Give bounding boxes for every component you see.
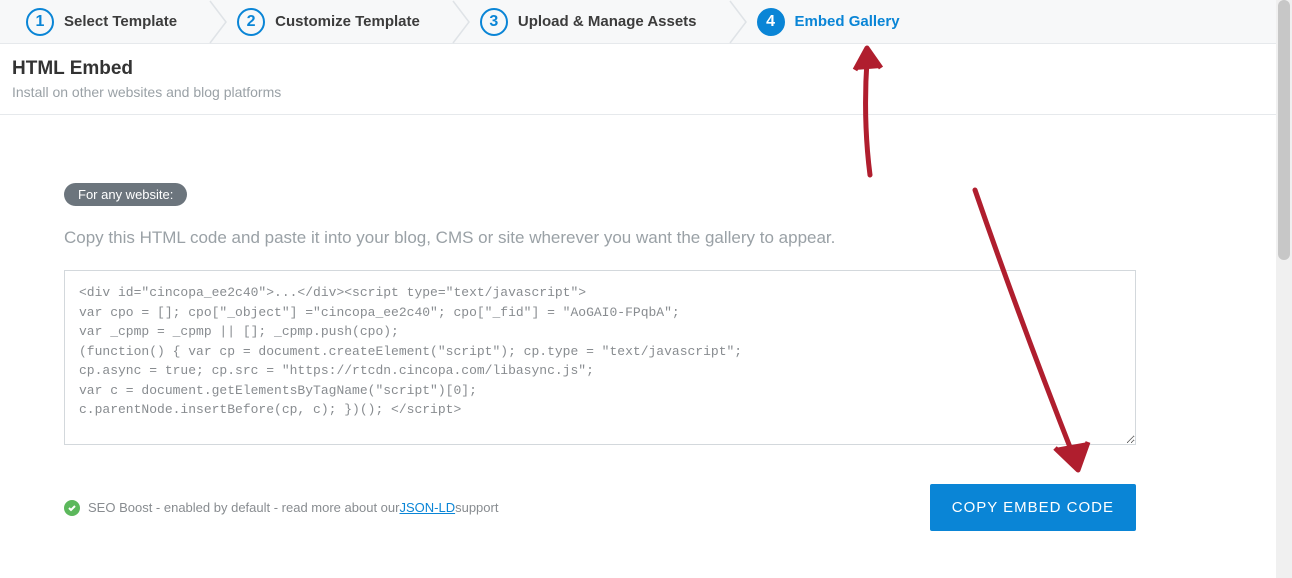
page-header: HTML Embed Install on other websites and… [0,44,1292,115]
step-embed-gallery[interactable]: 4 Embed Gallery [757,0,960,43]
page-subtitle: Install on other websites and blog platf… [12,84,1280,100]
seo-text-suffix: support [455,500,498,515]
embed-code-textarea[interactable] [64,270,1136,445]
step-number-circle: 4 [757,8,785,36]
step-upload-manage-assets[interactable]: 3 Upload & Manage Assets [480,0,757,43]
seo-boost-note: SEO Boost - enabled by default - read mo… [64,500,498,516]
json-ld-link[interactable]: JSON-LD [399,500,455,515]
context-badge: For any website: [64,183,187,206]
step-number-circle: 3 [480,8,508,36]
copy-embed-code-button[interactable]: COPY EMBED CODE [930,484,1136,531]
chevron-right-icon [729,0,747,43]
step-customize-template[interactable]: 2 Customize Template [237,0,480,43]
step-number-circle: 1 [26,8,54,36]
chevron-right-icon [452,0,470,43]
vertical-scrollbar[interactable] [1276,0,1292,578]
step-label: Upload & Manage Assets [518,13,697,30]
scrollbar-thumb[interactable] [1278,0,1290,260]
step-label: Customize Template [275,13,420,30]
seo-text-prefix: SEO Boost - enabled by default - read mo… [88,500,399,515]
step-label: Embed Gallery [795,13,900,30]
instruction-text: Copy this HTML code and paste it into yo… [64,228,1136,248]
page-title: HTML Embed [12,58,1280,80]
step-select-template[interactable]: 1 Select Template [26,0,237,43]
step-number-circle: 2 [237,8,265,36]
check-circle-icon [64,500,80,516]
chevron-right-icon [209,0,227,43]
content-area: For any website: Copy this HTML code and… [0,115,1200,531]
stepper: 1 Select Template 2 Customize Template 3… [0,0,1292,44]
step-label: Select Template [64,13,177,30]
footer-row: SEO Boost - enabled by default - read mo… [64,484,1136,531]
